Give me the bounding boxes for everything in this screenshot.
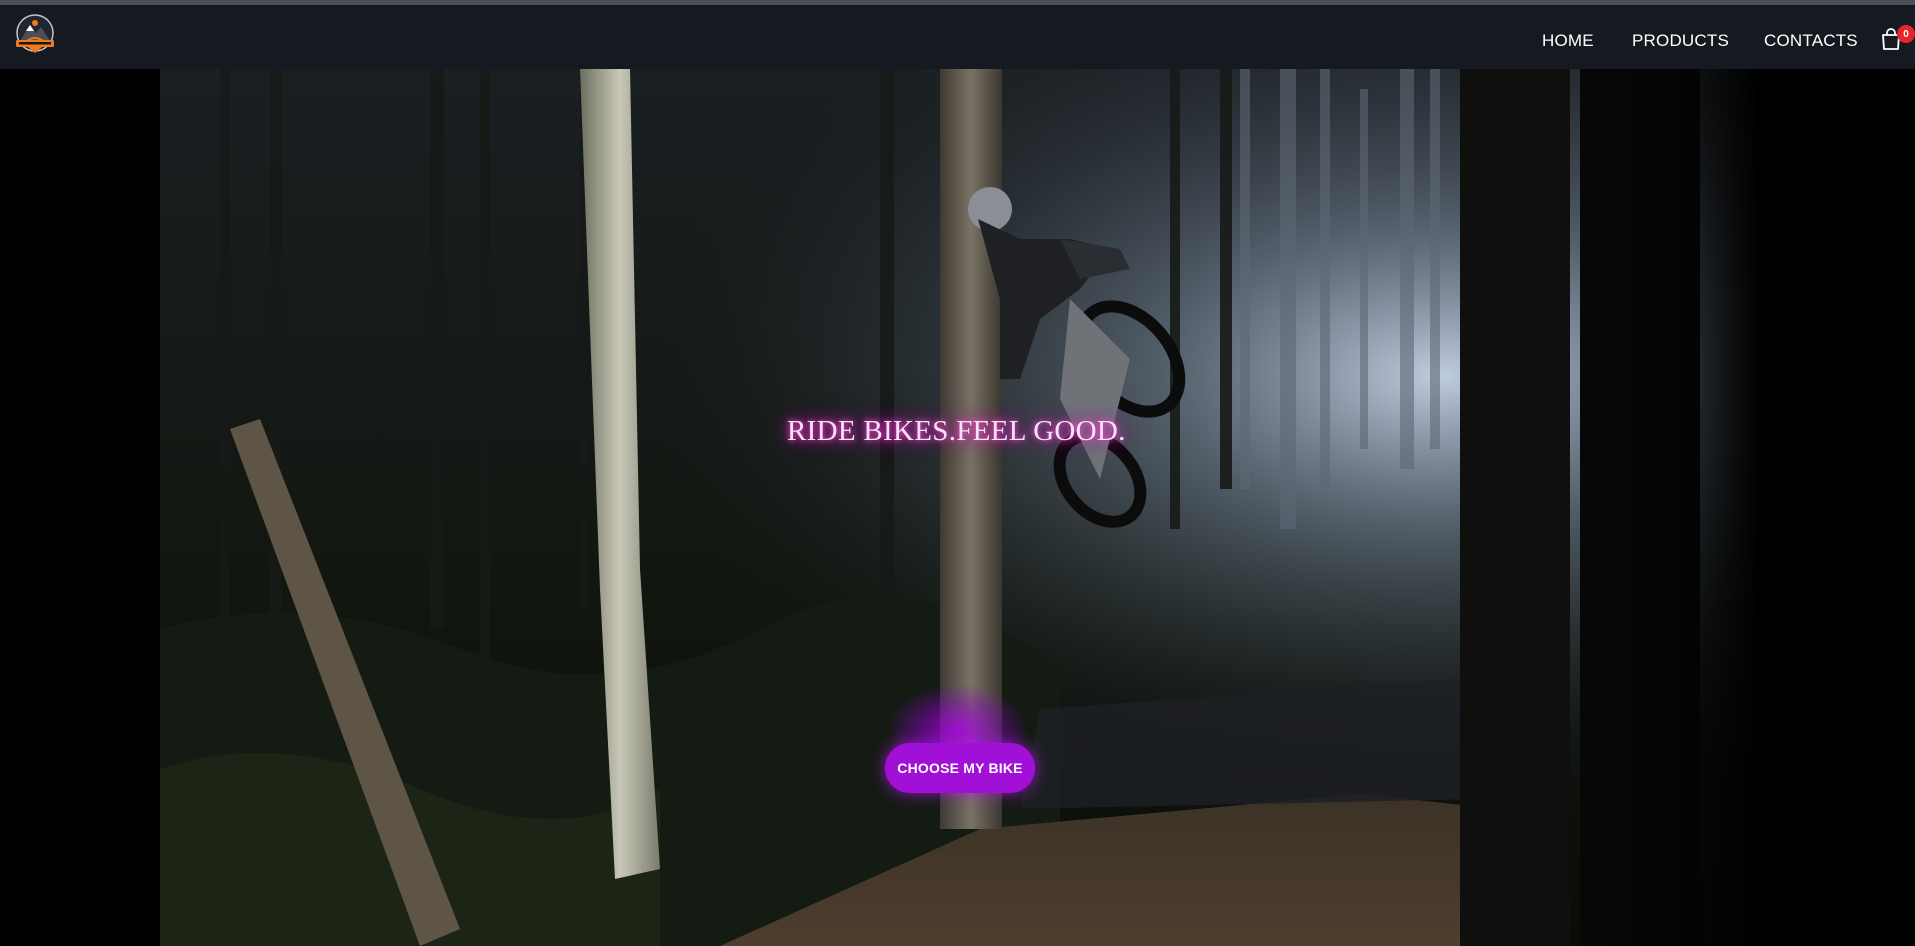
nav-contacts-link[interactable]: CONTACTS — [1764, 31, 1858, 51]
hero-background-photo — [160, 69, 1760, 946]
mountain-bike-logo-icon[interactable] — [10, 11, 60, 57]
nav-home-link[interactable]: HOME — [1542, 31, 1594, 51]
hero-section: RIDE BIKES.FEEL GOOD. CHOOSE MY BIKE — [0, 69, 1915, 946]
hero-headline: RIDE BIKES.FEEL GOOD. — [787, 415, 1126, 447]
cart-count-badge: 0 — [1897, 25, 1915, 43]
navbar: HOME PRODUCTS CONTACTS 0 — [0, 5, 1915, 69]
choose-my-bike-button[interactable]: CHOOSE MY BIKE — [885, 743, 1035, 793]
nav-products-link[interactable]: PRODUCTS — [1632, 31, 1729, 51]
